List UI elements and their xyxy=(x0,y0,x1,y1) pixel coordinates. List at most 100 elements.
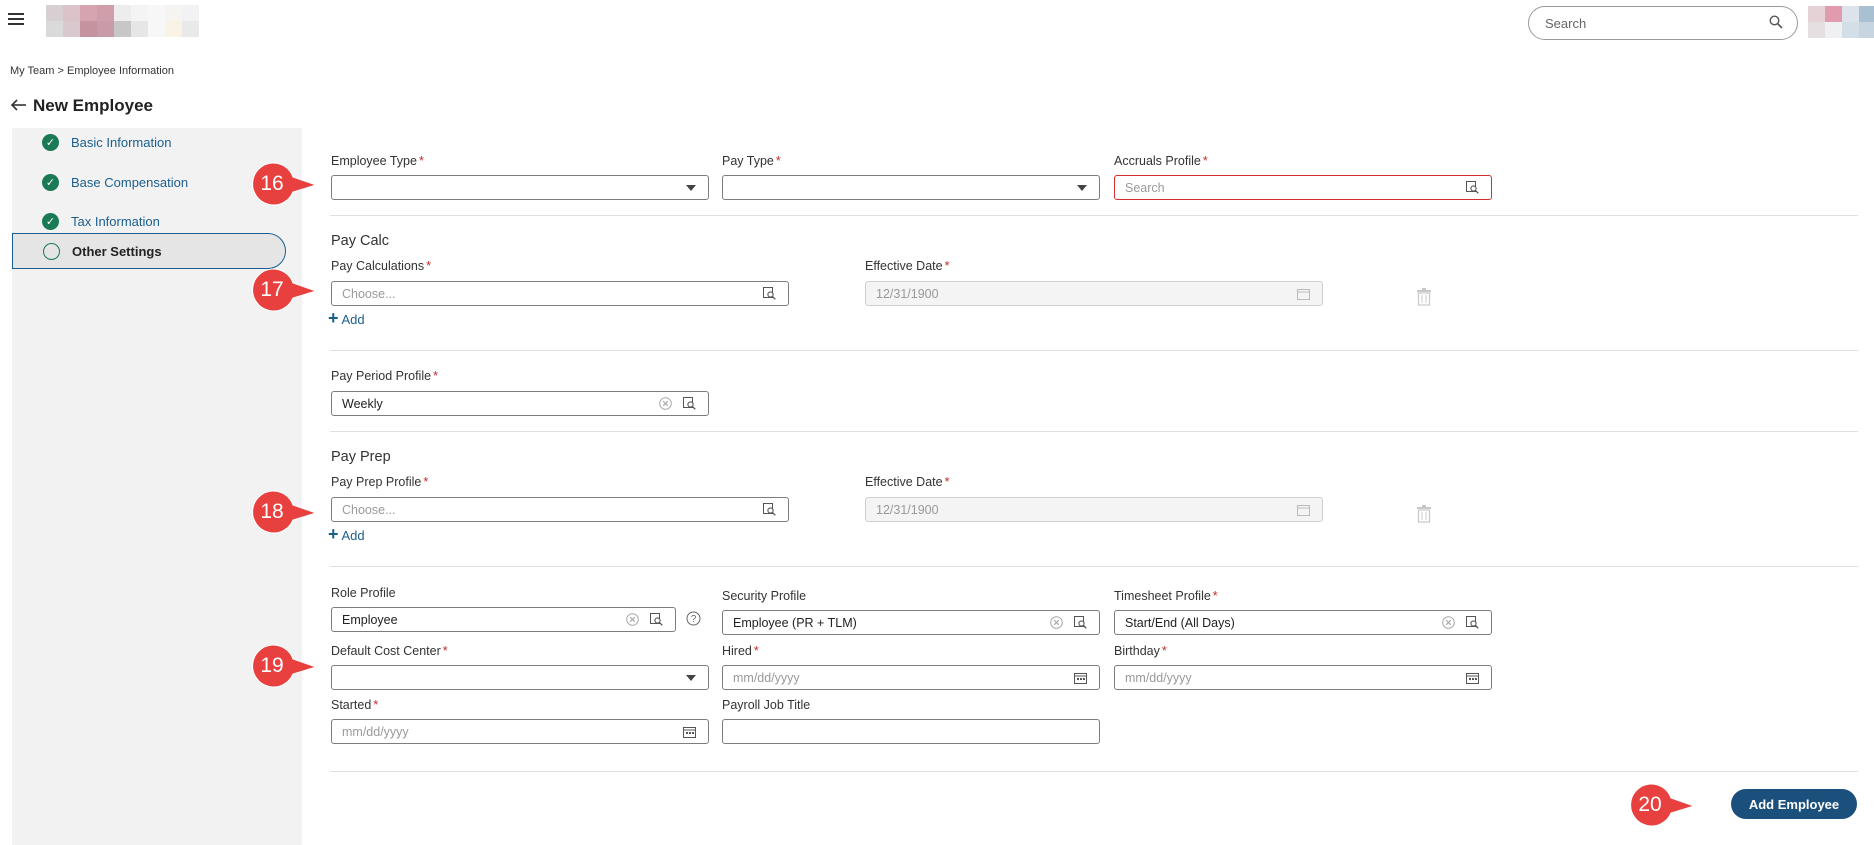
step-marker-number: 18 xyxy=(260,500,284,523)
breadcrumb: My Team > Employee Information xyxy=(10,65,174,77)
section-divider xyxy=(330,350,1858,351)
calendar-icon xyxy=(1294,285,1312,303)
clear-icon[interactable] xyxy=(656,395,674,413)
chevron-down-icon xyxy=(1077,184,1087,191)
search-input[interactable] xyxy=(1543,14,1769,32)
plus-icon: + xyxy=(328,524,339,544)
global-search[interactable] xyxy=(1528,6,1798,40)
pay-calculations-label: Pay Calculations * xyxy=(331,259,431,273)
payroll-job-title-label: Payroll Job Title xyxy=(722,698,811,712)
role-profile-label: Role Profile xyxy=(331,586,396,600)
pay-period-profile-label: Pay Period Profile * xyxy=(331,369,438,383)
employee-type-select[interactable] xyxy=(331,175,709,200)
pay-calc-effective-date-label: Effective Date * xyxy=(865,259,950,273)
pay-prep-profile-label: Pay Prep Profile * xyxy=(331,475,429,489)
lookup-icon[interactable] xyxy=(760,501,778,519)
started-date-input[interactable]: mm/dd/yyyy xyxy=(331,719,709,744)
section-divider xyxy=(330,431,1858,432)
check-circle-icon: ✓ xyxy=(42,212,59,230)
timesheet-profile-label: Timesheet Profile * xyxy=(1114,589,1218,603)
step-marker-18: 18 xyxy=(248,488,318,540)
role-profile-input[interactable]: Employee xyxy=(331,607,676,632)
add-employee-button[interactable]: Add Employee xyxy=(1731,789,1857,819)
payroll-job-title-input[interactable] xyxy=(722,719,1100,744)
avatar[interactable] xyxy=(1808,6,1874,38)
accruals-profile-label: Accruals Profile * xyxy=(1114,154,1208,168)
calendar-icon[interactable] xyxy=(1463,669,1481,687)
sidebar-item-label: Tax Information xyxy=(71,213,160,229)
sidebar-item-basic-information[interactable]: ✓ Basic Information xyxy=(12,124,284,160)
pay-type-label: Pay Type * xyxy=(722,154,781,168)
breadcrumb-separator: > xyxy=(57,65,64,77)
calendar-icon[interactable] xyxy=(1071,669,1089,687)
timesheet-profile-input[interactable]: Start/End (All Days) xyxy=(1114,610,1492,635)
step-marker-number: 20 xyxy=(1638,793,1662,816)
empty-circle-icon xyxy=(43,242,60,260)
lookup-icon[interactable] xyxy=(1463,614,1481,632)
step-marker-20: 20 xyxy=(1626,781,1696,833)
back-arrow-icon[interactable] xyxy=(10,97,27,115)
search-icon[interactable] xyxy=(1769,14,1783,32)
chevron-down-icon xyxy=(686,184,696,191)
chevron-down-icon xyxy=(686,674,696,681)
birthday-date-input[interactable]: mm/dd/yyyy xyxy=(1114,665,1492,690)
step-marker-16: 16 xyxy=(248,160,318,212)
default-cost-center-label: Default Cost Center * xyxy=(331,644,448,658)
pay-calc-title: Pay Calc xyxy=(331,233,390,249)
sidebar-item-other-settings[interactable]: Other Settings xyxy=(12,233,286,269)
add-pay-calc-link[interactable]: + Add xyxy=(328,308,365,328)
birthday-label: Birthday * xyxy=(1114,644,1167,658)
breadcrumb-current: Employee Information xyxy=(66,65,174,77)
section-divider xyxy=(330,215,1858,216)
company-logo xyxy=(46,5,199,37)
check-circle-icon: ✓ xyxy=(42,173,59,191)
menu-icon[interactable] xyxy=(8,10,28,30)
started-label: Started * xyxy=(331,698,379,712)
pay-calculations-input[interactable]: Choose... xyxy=(331,281,789,306)
trash-icon xyxy=(1416,505,1432,523)
step-marker-19: 19 xyxy=(248,642,318,694)
lookup-icon[interactable] xyxy=(647,611,665,629)
accruals-profile-input[interactable]: Search xyxy=(1114,175,1492,200)
sidebar-item-label: Other Settings xyxy=(72,243,162,259)
sidebar-item-label: Base Compensation xyxy=(71,174,189,190)
lookup-icon[interactable] xyxy=(1463,179,1481,197)
pay-type-select[interactable] xyxy=(722,175,1100,200)
hired-label: Hired * xyxy=(722,644,759,658)
clear-icon[interactable] xyxy=(1439,614,1457,632)
pay-prep-effective-date-label: Effective Date * xyxy=(865,475,950,489)
lookup-icon[interactable] xyxy=(680,395,698,413)
employee-type-label: Employee Type * xyxy=(331,154,424,168)
pay-prep-effective-date-input: 12/31/1900 xyxy=(865,497,1323,522)
pay-prep-profile-input[interactable]: Choose... xyxy=(331,497,789,522)
wizard-sidebar: ✓ Basic Information ✓ Base Compensation … xyxy=(12,128,302,845)
help-icon[interactable]: ? xyxy=(686,611,701,629)
section-divider xyxy=(330,771,1858,772)
plus-icon: + xyxy=(328,308,339,328)
clear-icon[interactable] xyxy=(623,611,641,629)
step-marker-number: 19 xyxy=(260,654,284,677)
svg-text:?: ? xyxy=(691,614,697,625)
calendar-icon xyxy=(1294,501,1312,519)
breadcrumb-my-team[interactable]: My Team xyxy=(10,65,54,77)
trash-icon xyxy=(1416,288,1432,306)
clear-icon[interactable] xyxy=(1047,614,1065,632)
default-cost-center-select[interactable] xyxy=(331,665,709,690)
pay-calc-effective-date-input: 12/31/1900 xyxy=(865,281,1323,306)
security-profile-input[interactable]: Employee (PR + TLM) xyxy=(722,610,1100,635)
calendar-icon[interactable] xyxy=(680,723,698,741)
section-divider xyxy=(330,566,1858,567)
step-marker-number: 16 xyxy=(260,172,284,195)
step-marker-17: 17 xyxy=(248,266,318,318)
step-marker-number: 17 xyxy=(260,278,284,301)
security-profile-label: Security Profile xyxy=(722,589,807,603)
sidebar-item-base-compensation[interactable]: ✓ Base Compensation xyxy=(12,164,284,200)
pay-period-profile-input[interactable]: Weekly xyxy=(331,391,709,416)
check-circle-icon: ✓ xyxy=(42,133,59,151)
lookup-icon[interactable] xyxy=(760,285,778,303)
page-header: New Employee xyxy=(10,96,153,116)
hired-date-input[interactable]: mm/dd/yyyy xyxy=(722,665,1100,690)
lookup-icon[interactable] xyxy=(1071,614,1089,632)
pay-prep-title: Pay Prep xyxy=(331,449,391,465)
add-pay-prep-link[interactable]: + Add xyxy=(328,524,365,544)
